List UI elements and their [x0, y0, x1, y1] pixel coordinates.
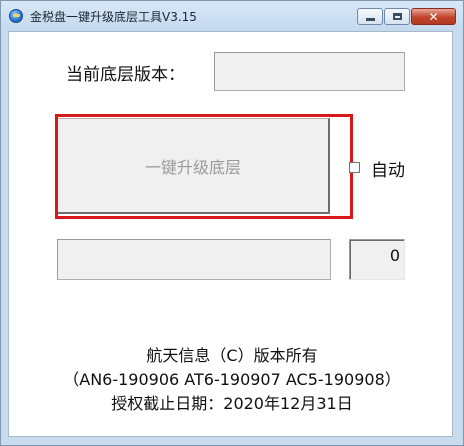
progress-bar: [57, 239, 331, 280]
window-title: 金税盘一键升级底层工具V3.15: [30, 10, 197, 24]
app-logo-icon: [9, 9, 23, 23]
close-button[interactable]: ✕: [411, 8, 456, 25]
maximize-button[interactable]: [384, 8, 410, 25]
maximize-icon: [392, 13, 402, 20]
highlight-box: [55, 114, 353, 219]
auto-label[interactable]: 自动: [371, 156, 405, 181]
close-icon: ✕: [428, 9, 439, 24]
title-bar[interactable]: 金税盘一键升级底层工具V3.15 ✕: [1, 1, 463, 31]
counter-field: 0: [349, 239, 405, 280]
auto-checkbox[interactable]: [349, 162, 360, 173]
minimize-icon: [365, 18, 375, 21]
expiry-text: 授权截止日期：2020年12月31日: [111, 394, 353, 413]
version-field: [214, 52, 405, 91]
copyright-text: 航天信息（C）版本所有: [146, 346, 318, 365]
minimize-button[interactable]: [357, 8, 383, 25]
version-label: 当前底层版本：: [66, 65, 185, 85]
versions-text: （AN6-190906 AT6-190907 AC5-190908）: [63, 370, 401, 389]
